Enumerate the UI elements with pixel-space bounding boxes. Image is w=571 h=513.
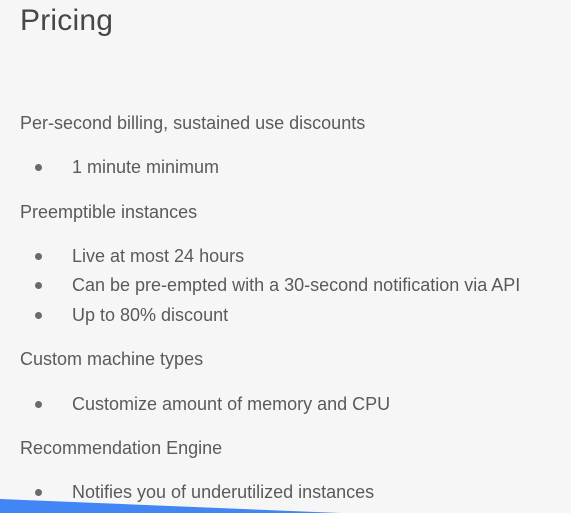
section-heading-custom-machine: Custom machine types (20, 349, 204, 369)
section-heading-recommendation: Recommendation Engine (20, 438, 223, 458)
bullet-text: Live at most 24 hours (72, 246, 245, 266)
section-heading-billing: Per-second billing, sustained use discou… (20, 113, 366, 133)
bullet-dot-icon (35, 312, 42, 319)
accent-stripe-polygon (0, 499, 340, 513)
bullet-dot-icon (35, 164, 42, 171)
section-heading-preemptible: Preemptible instances (20, 202, 198, 222)
accent-stripe (0, 491, 340, 513)
slide-title: Pricing (20, 4, 114, 37)
bullet-text: Can be pre-empted with a 30-second notif… (72, 275, 521, 295)
bullet-text: Customize amount of memory and CPU (72, 394, 391, 414)
bullet-text: Up to 80% discount (72, 305, 229, 325)
bullet-dot-icon (35, 253, 42, 260)
bullet-dot-icon (35, 401, 42, 408)
bullet-text: 1 minute minimum (72, 157, 220, 177)
slide: Pricing Per-second billing, sustained us… (0, 0, 571, 513)
bullet-dot-icon (35, 282, 42, 289)
accent-stripe-shape (0, 499, 340, 513)
